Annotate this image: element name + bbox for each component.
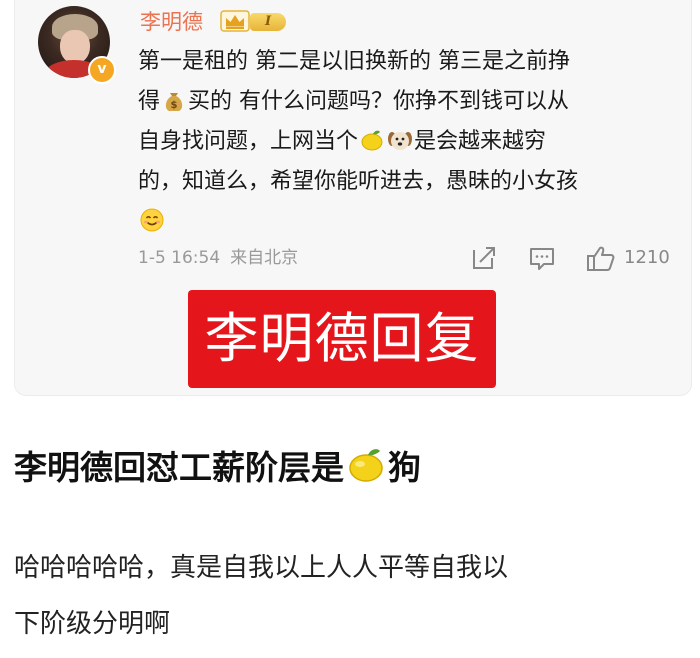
content-text: 买的 有什么问题吗？你挣不到钱可以从 [188, 89, 570, 114]
content-text: 是会越来越穷 [414, 129, 547, 154]
username[interactable]: 李明德 [140, 8, 203, 36]
article-headline: 李明德回怼工薪阶层是 狗 [14, 442, 421, 494]
level-badge: I [250, 13, 286, 31]
article-body: 哈哈哈哈哈，真是自我以上人人平等自我以 下阶级分明啊 [14, 540, 694, 652]
post-meta: 1-5 16:54 来自北京 [138, 246, 298, 270]
share-icon[interactable] [470, 244, 498, 272]
content-line: 的，知道么，希望你能听进去，愚昧的小女孩 [138, 169, 579, 194]
dog-emoji [388, 132, 413, 150]
body-line: 哈哈哈哈哈，真是自我以上人人平等自我以 [14, 553, 509, 583]
content-line: 自身找问题，上网当个 是会越来越穷 [138, 122, 678, 162]
comment-content: 第一是租的 第二是以旧换新的 第三是之前挣 得 $ 买的 有什么问题吗？你挣不到… [138, 42, 678, 242]
lemon-emoji [361, 130, 383, 151]
avatar-face [60, 30, 90, 64]
like-icon[interactable] [586, 244, 616, 272]
body-line: 下阶级分明啊 [14, 609, 171, 639]
reply-banner: 李明德回复 [188, 290, 496, 388]
verified-icon: v [88, 56, 116, 84]
crown-icon [220, 10, 250, 32]
like-count: 1210 [624, 247, 670, 268]
money-bag-emoji: $ [165, 93, 183, 111]
post-source: 来自北京 [230, 248, 299, 268]
lemon-emoji [349, 449, 383, 482]
content-line: 第一是租的 第二是以旧换新的 第三是之前挣 [138, 49, 570, 74]
headline-text: 李明德回怼工薪阶层是 [14, 448, 344, 487]
svg-text:$: $ [171, 100, 178, 111]
timestamp: 1-5 16:54 [138, 248, 221, 268]
content-line [138, 202, 678, 242]
content-text: 自身找问题，上网当个 [138, 129, 359, 154]
content-line: 得 $ 买的 有什么问题吗？你挣不到钱可以从 [138, 82, 678, 122]
content-text: 得 [138, 89, 161, 114]
comment-icon[interactable] [528, 244, 556, 272]
headline-text: 狗 [388, 448, 421, 487]
smile-emoji [140, 208, 164, 232]
